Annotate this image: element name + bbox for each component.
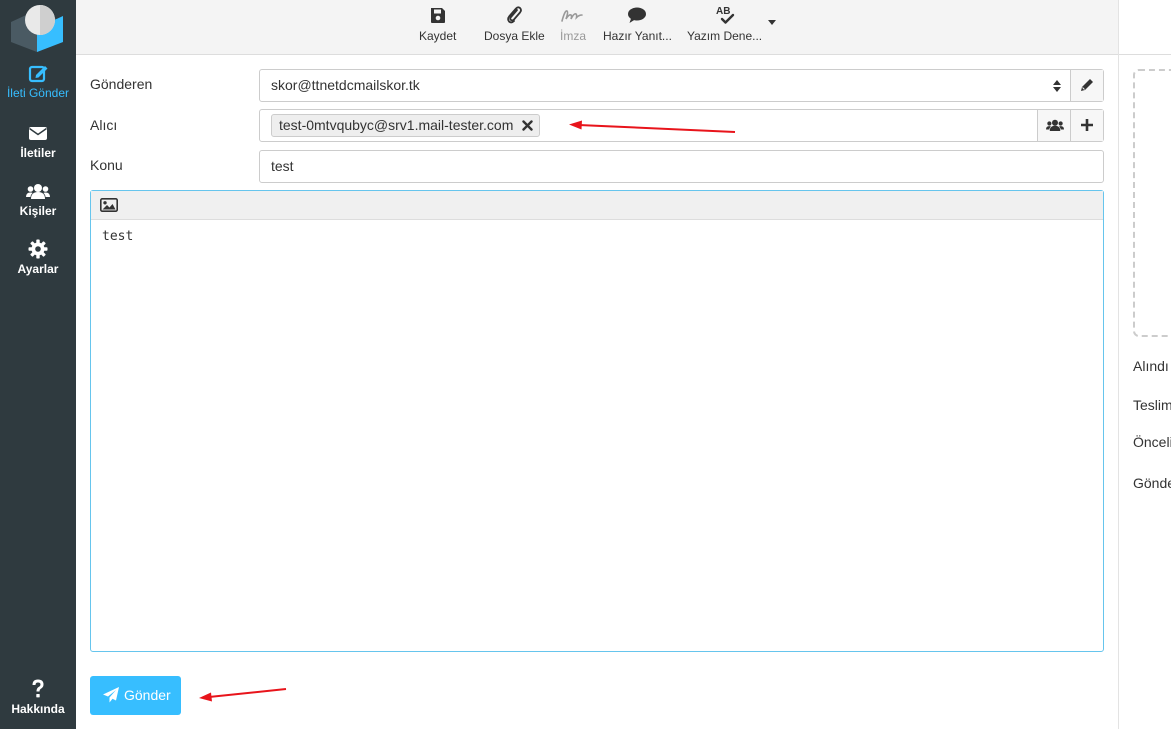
to-label: Alıcı [90,117,118,133]
compose-toolbar: Kaydet Dosya Ekle İmza Hazır Yanıt... AB… [76,0,1118,55]
attach-button[interactable]: Dosya Ekle [484,4,545,43]
add-header-button[interactable] [1070,110,1103,141]
subject-value: test [271,158,294,174]
nav-messages[interactable]: İletiler [0,122,76,160]
nav-settings[interactable]: Ayarlar [0,238,76,276]
spellcheck-label: Yazım Dene... [687,29,763,43]
users-icon [1046,119,1064,131]
compose-icon [28,65,48,83]
sidebar: İleti Gönder İletiler Kişiler Ayarlar Ha… [0,0,76,729]
floppy-disk-icon [430,8,445,23]
annotation-arrow-send [199,688,287,702]
signature-icon [561,10,583,22]
nav-about[interactable]: Hakkında [0,678,76,716]
recipient-chip: test-0mtvqubyc@srv1.mail-tester.com [271,114,541,137]
envelope-icon [29,127,47,140]
speech-bubble-icon [628,7,647,23]
right-panel-divider [1118,0,1119,729]
gear-icon [28,239,48,259]
save-label: Kaydet [419,29,457,43]
nav-contacts-label: Kişiler [19,204,57,218]
priority-option-label: Önceli [1133,434,1171,450]
save-sent-option-label: Gönde [1133,475,1171,491]
paper-plane-icon [103,687,119,703]
send-button-label: Gönder [124,687,171,703]
from-select[interactable]: skor@ttnetdcmailskor.tk [259,69,1104,102]
responses-label: Hazır Yanıt... [603,29,672,43]
address-book-button[interactable] [1037,110,1070,141]
signature-button[interactable]: İmza [560,4,586,43]
paperclip-icon [507,6,523,24]
signature-label: İmza [560,29,587,43]
insert-image-icon[interactable] [100,198,118,212]
annotation-arrow-recipient [569,120,736,133]
spellcheck-dropdown-caret-icon[interactable] [768,20,776,25]
app-logo [11,5,63,52]
nav-about-label: Hakkında [11,702,65,716]
svg-text:AB: AB [716,6,730,17]
select-arrows-icon [1053,80,1061,92]
spellcheck-button[interactable]: AB Yazım Dene... [687,4,762,43]
plus-icon [1081,119,1093,131]
subject-input[interactable]: test [259,150,1104,183]
nav-settings-label: Ayarlar [17,262,59,276]
attachment-dropzone[interactable] [1133,69,1171,337]
nav-messages-label: İletiler [20,146,56,160]
right-panel-header [1119,0,1171,55]
nav-compose[interactable]: İleti Gönder [0,62,76,100]
responses-button[interactable]: Hazır Yanıt... [603,4,672,43]
nav-contacts[interactable]: Kişiler [0,180,76,218]
attach-label: Dosya Ekle [484,29,545,43]
receipt-option-label: Alındı [1133,358,1169,374]
delivery-option-label: Teslim [1133,397,1171,413]
from-label: Gönderen [90,76,153,92]
send-button[interactable]: Gönder [90,676,181,715]
pencil-icon [1081,79,1093,91]
recipient-chip-label: test-0mtvqubyc@srv1.mail-tester.com [279,117,514,133]
subject-label: Konu [90,157,123,173]
editor-toolbar [91,191,1103,220]
edit-identity-button[interactable] [1070,70,1103,101]
message-body-text: test [102,229,134,244]
message-editor[interactable]: test [90,190,1104,652]
users-icon [26,184,50,199]
spellcheck-icon: AB [716,6,734,24]
remove-recipient-icon[interactable] [522,120,534,131]
save-button[interactable]: Kaydet [419,4,456,43]
from-value: skor@ttnetdcmailskor.tk [271,77,420,93]
nav-compose-label: İleti Gönder [6,86,70,100]
question-icon [32,679,44,698]
